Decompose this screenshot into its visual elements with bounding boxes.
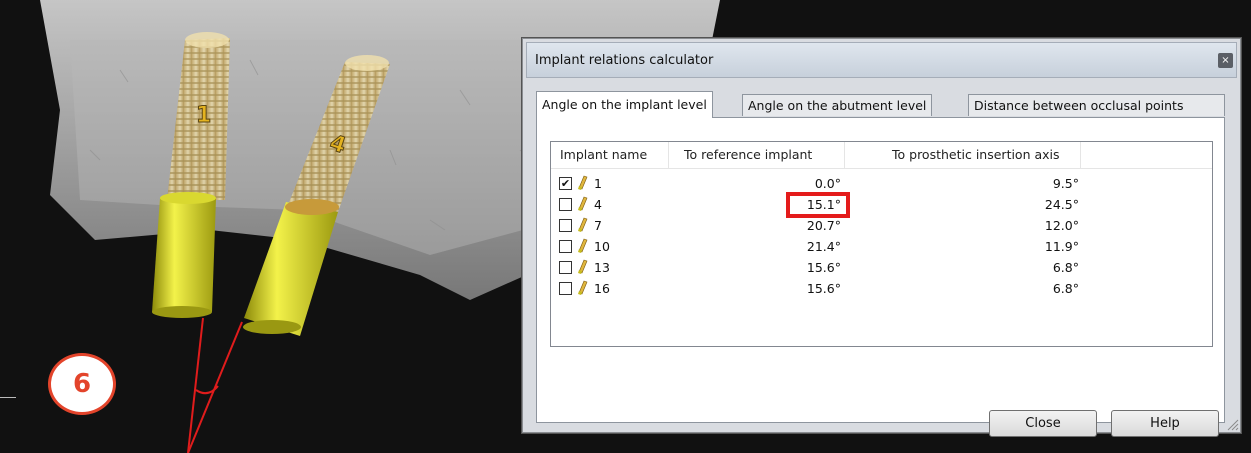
row-checkbox[interactable] [559,261,572,274]
edge-tick [0,397,16,398]
to-reference-cell: 20.7° [806,218,841,233]
table-row[interactable]: ✔ 1 0.0° 9.5° [551,173,1212,194]
resize-grip-icon[interactable] [1225,417,1239,431]
table-row[interactable]: 7 20.7° 12.0° [551,215,1212,236]
implant-icon [578,238,588,253]
row-checkbox[interactable] [559,219,572,232]
implant-icon [578,280,588,295]
to-insertion-axis-cell: 11.9° [1044,239,1079,254]
list-header: Implant name To reference implant To pro… [551,142,1212,169]
column-to-reference[interactable]: To reference implant [669,142,845,168]
dialog-titlebar[interactable]: Implant relations calculator × [526,42,1237,78]
to-reference-cell: 0.0° [814,176,841,191]
to-reference-cell: 21.4° [806,239,841,254]
dialog-client: Angle on the implant level Angle on the … [536,82,1226,437]
tab-panel: Implant name To reference implant To pro… [536,117,1225,437]
implant-icon [578,196,588,211]
column-to-insertion-axis[interactable]: To prosthetic insertion axis [845,142,1081,168]
implant-relations-dialog: Implant relations calculator × Angle on … [521,37,1242,437]
row-checkbox[interactable] [559,282,572,295]
table-row[interactable]: 13 15.6° 6.8° [551,257,1212,278]
row-checkbox[interactable] [559,240,572,253]
close-button[interactable]: Close [989,410,1097,437]
table-row[interactable]: 4 15.1° 24.5° [551,192,1212,218]
to-reference-cell: 15.1° [806,197,841,212]
to-reference-cell: 15.6° [806,260,841,275]
table-row[interactable]: 10 21.4° 11.9° [551,236,1212,257]
implant-name-cell: 1 [594,176,602,191]
implant-1-label: 1 [196,103,211,128]
implant-name-cell: 16 [594,281,610,296]
to-reference-cell: 15.6° [806,281,841,296]
implant-name-cell: 4 [594,197,602,212]
implant-list[interactable]: Implant name To reference implant To pro… [550,141,1213,347]
implant-icon [578,175,588,190]
close-icon[interactable]: × [1218,53,1233,68]
to-insertion-axis-cell: 12.0° [1044,218,1079,233]
implant-name-cell: 7 [594,218,602,233]
column-implant-name[interactable]: Implant name [551,142,669,168]
to-insertion-axis-cell: 24.5° [1044,197,1079,212]
tab-abutment-level[interactable]: Angle on the abutment level [742,94,933,116]
step-badge: 6 [48,353,116,415]
to-insertion-axis-cell: 9.5° [1052,176,1079,191]
dialog-title: Implant relations calculator [535,53,714,68]
implant-name-cell: 13 [594,260,610,275]
tab-implant-level[interactable]: Angle on the implant level [536,91,713,118]
implant-icon [578,217,588,232]
table-row[interactable]: 16 15.6° 6.8° [551,278,1212,299]
to-insertion-axis-cell: 6.8° [1052,281,1079,296]
row-checkbox[interactable] [559,198,572,211]
help-button[interactable]: Help [1111,410,1219,437]
row-checkbox[interactable]: ✔ [559,177,572,190]
to-insertion-axis-cell: 6.8° [1052,260,1079,275]
tab-occlusal-distance[interactable]: Distance between occlusal points [968,94,1225,116]
implant-icon [578,259,588,274]
implant-name-cell: 10 [594,239,610,254]
axis-angle-lines [187,317,243,453]
